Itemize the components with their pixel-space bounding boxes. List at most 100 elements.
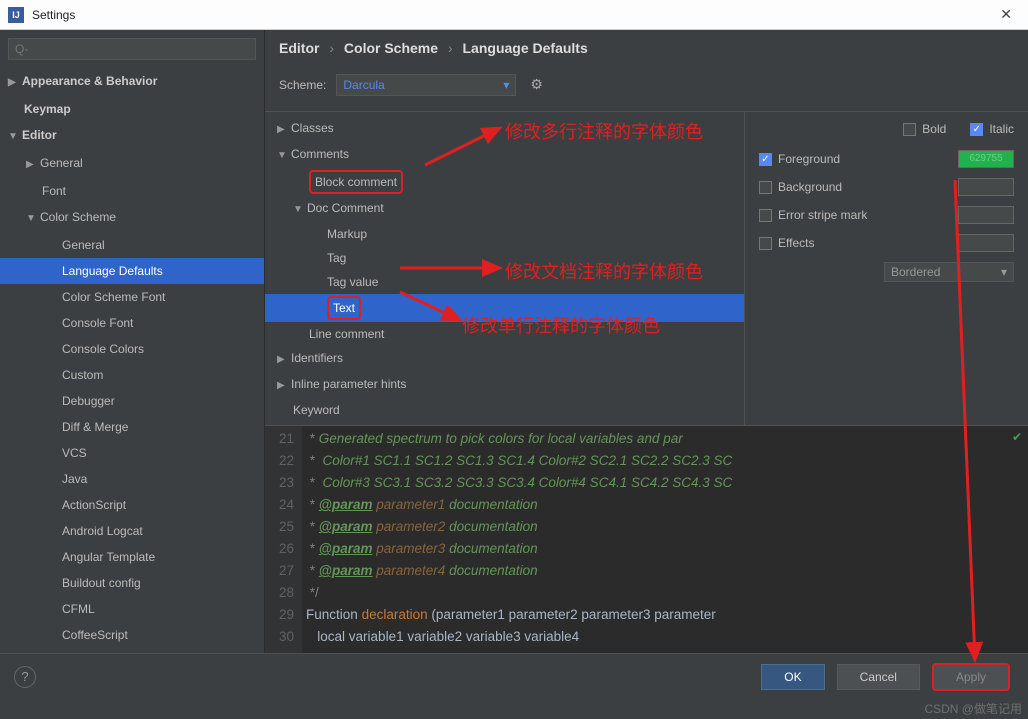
sidebar-item-label: Custom [62, 368, 103, 382]
sidebar-item-label: Appearance & Behavior [22, 74, 157, 88]
attribute-item-label: Text [327, 296, 361, 320]
attribute-item-label: Classes [291, 121, 334, 135]
gear-icon[interactable]: ⚙ [526, 72, 547, 97]
scheme-label: Scheme: [279, 78, 326, 92]
sidebar-item[interactable]: Custom [0, 362, 264, 388]
editor-preview: ✔ 21222324252627282930 * Generated spect… [265, 425, 1028, 673]
sidebar-item-label: Buildout config [62, 576, 141, 590]
sidebar-item[interactable]: Diff & Merge [0, 414, 264, 440]
attribute-item[interactable]: Comments [265, 142, 744, 168]
foreground-swatch[interactable]: 629755 [958, 150, 1014, 168]
attribute-item-label: Keyword [293, 403, 340, 417]
help-button[interactable]: ? [14, 666, 36, 688]
sidebar-item-label: Debugger [62, 394, 115, 408]
sidebar-item-label: Diff & Merge [62, 420, 128, 434]
breadcrumb-part[interactable]: Editor [279, 40, 319, 56]
sidebar-item[interactable]: Editor [0, 122, 264, 150]
attribute-item-label: Doc Comment [307, 201, 384, 215]
sidebar-item[interactable]: General [0, 232, 264, 258]
sidebar-item[interactable]: Buildout config [0, 570, 264, 596]
sidebar-item[interactable]: Angular Template [0, 544, 264, 570]
settings-sidebar: Appearance & Behavior Keymap Editor General… [0, 30, 265, 673]
search-field[interactable] [8, 38, 256, 60]
inspection-ok-icon: ✔ [1012, 430, 1022, 444]
sidebar-item[interactable]: CoffeeScript [0, 622, 264, 648]
cancel-button[interactable]: Cancel [837, 664, 920, 690]
tree-arrow-icon[interactable] [8, 73, 20, 93]
breadcrumb-part[interactable]: Color Scheme [344, 40, 438, 56]
attribute-item-label: Tag value [327, 275, 378, 289]
sidebar-item-label: Android Logcat [62, 524, 143, 538]
sidebar-item[interactable]: Android Logcat [0, 518, 264, 544]
error-stripe-checkbox[interactable]: Error stripe mark [759, 208, 867, 222]
tree-arrow-icon[interactable] [277, 120, 289, 140]
app-icon: IJ [8, 7, 24, 23]
attribute-item[interactable]: Tag [265, 246, 744, 270]
sidebar-item[interactable]: VCS [0, 440, 264, 466]
window-title: Settings [32, 8, 75, 22]
tree-arrow-icon[interactable] [26, 155, 38, 175]
tree-arrow-icon[interactable] [277, 350, 289, 370]
background-checkbox[interactable]: Background [759, 180, 842, 194]
titlebar: IJ Settings ✕ [0, 0, 1028, 30]
effects-dropdown[interactable]: Bordered ▾ [884, 262, 1014, 282]
effects-checkbox[interactable]: Effects [759, 236, 814, 250]
ok-button[interactable]: OK [761, 664, 824, 690]
sidebar-item-label: Color Scheme Font [62, 290, 165, 304]
foreground-checkbox[interactable]: Foreground [759, 152, 840, 166]
apply-button[interactable]: Apply [932, 663, 1010, 691]
sidebar-item[interactable]: General [0, 150, 264, 178]
attribute-item[interactable]: Keyword [265, 398, 744, 422]
sidebar-item[interactable]: Console Colors [0, 336, 264, 362]
sidebar-item-label: Editor [22, 128, 57, 142]
attribute-item[interactable]: Classes [265, 116, 744, 142]
attribute-item[interactable]: Tag value [265, 270, 744, 294]
sidebar-item-label: Font [42, 184, 66, 198]
sidebar-item[interactable]: Appearance & Behavior [0, 68, 264, 96]
tree-arrow-icon[interactable] [293, 200, 305, 220]
editor-code[interactable]: * Generated spectrum to pick colors for … [302, 426, 1028, 673]
attribute-item[interactable]: Block comment [265, 168, 744, 196]
tree-arrow-icon[interactable] [277, 146, 289, 166]
attribute-item[interactable]: Identifiers [265, 346, 744, 372]
sidebar-item-label: General [40, 156, 83, 170]
sidebar-item[interactable]: Color Scheme [0, 204, 264, 232]
sidebar-item[interactable]: Debugger [0, 388, 264, 414]
scheme-dropdown[interactable]: Darcula ▾ [336, 74, 516, 96]
attribute-item-label: Identifiers [291, 351, 343, 365]
italic-checkbox[interactable]: Italic [970, 122, 1014, 136]
sidebar-item-label: Color Scheme [40, 210, 116, 224]
breadcrumb-part: Language Defaults [463, 40, 588, 56]
attribute-tree: Classes CommentsBlock comment Doc Comment M… [265, 112, 744, 425]
bold-checkbox[interactable]: Bold [903, 122, 946, 136]
dialog-footer: ? OK Cancel Apply [0, 653, 1028, 699]
sidebar-item-label: ActionScript [62, 498, 126, 512]
attribute-item[interactable]: Text [265, 294, 744, 322]
tree-arrow-icon[interactable] [26, 209, 38, 229]
sidebar-item[interactable]: Keymap [0, 96, 264, 122]
effects-swatch[interactable] [958, 234, 1014, 252]
close-icon[interactable]: ✕ [992, 2, 1020, 27]
sidebar-item-label: Keymap [24, 102, 71, 116]
sidebar-item-label: Console Colors [62, 342, 144, 356]
sidebar-item[interactable]: Console Font [0, 310, 264, 336]
search-input[interactable] [8, 38, 256, 60]
tree-arrow-icon[interactable] [8, 127, 20, 147]
attribute-item[interactable]: Doc Comment [265, 196, 744, 222]
sidebar-item[interactable]: CFML [0, 596, 264, 622]
sidebar-item-label: Angular Template [62, 550, 155, 564]
tree-arrow-icon[interactable] [277, 376, 289, 396]
sidebar-item[interactable]: ActionScript [0, 492, 264, 518]
attribute-item[interactable]: Markup [265, 222, 744, 246]
breadcrumb: Editor › Color Scheme › Language Default… [265, 30, 1028, 62]
error-stripe-swatch[interactable] [958, 206, 1014, 224]
sidebar-item[interactable]: Font [0, 178, 264, 204]
attribute-item[interactable]: Line comment [265, 322, 744, 346]
editor-gutter: 21222324252627282930 [265, 426, 302, 673]
background-swatch[interactable] [958, 178, 1014, 196]
sidebar-item[interactable]: Java [0, 466, 264, 492]
sidebar-item[interactable]: Color Scheme Font [0, 284, 264, 310]
attribute-item[interactable]: Inline parameter hints [265, 372, 744, 398]
sidebar-item[interactable]: Language Defaults [0, 258, 264, 284]
sidebar-item-label: CoffeeScript [62, 628, 128, 642]
